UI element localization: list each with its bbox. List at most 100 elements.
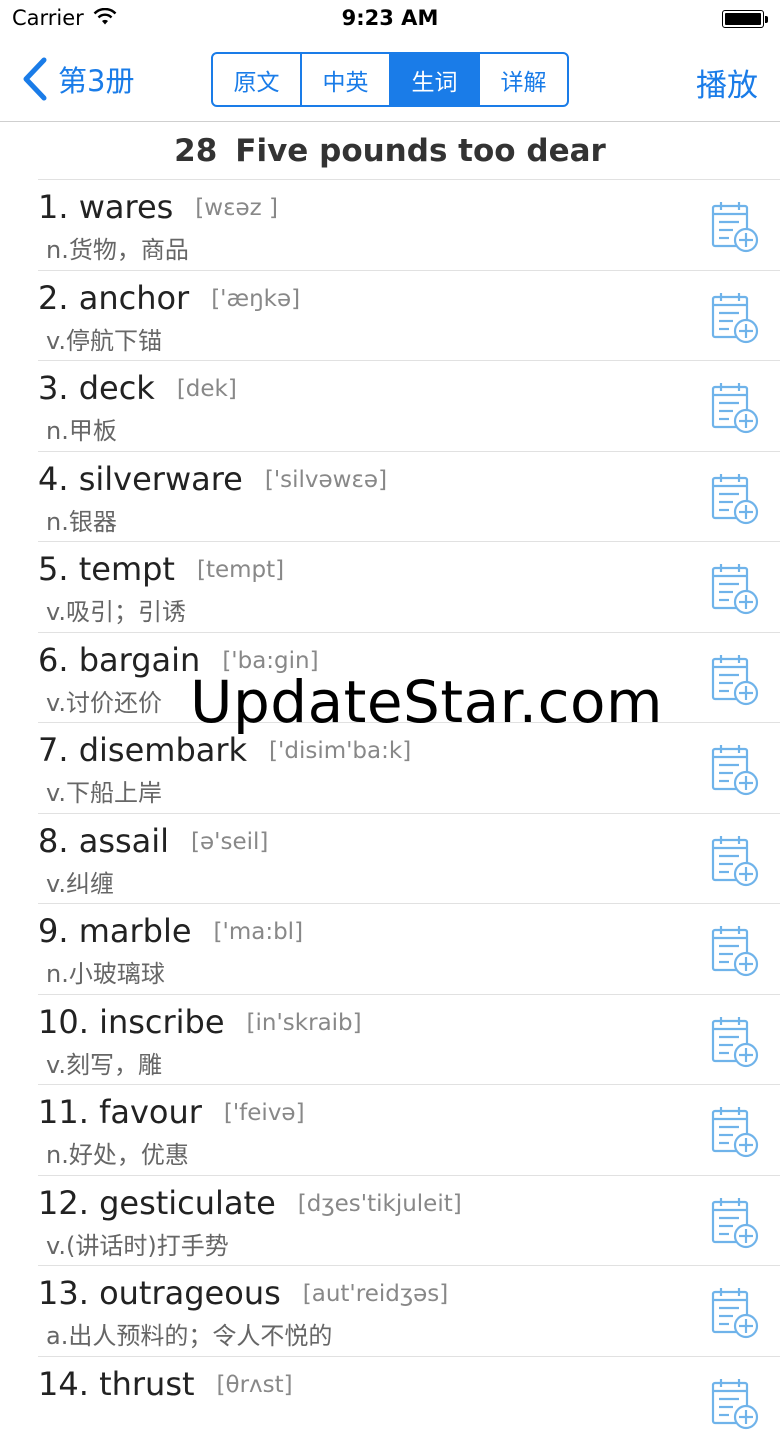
- lesson-number: 28: [174, 133, 217, 169]
- word-index: 14.: [38, 1365, 89, 1403]
- add-to-wordbook-icon[interactable]: [710, 653, 760, 707]
- word-phonetic: [ə'seil]: [191, 829, 268, 855]
- word-index: 2.: [38, 279, 69, 317]
- clock: 9:23 AM: [0, 6, 780, 30]
- word-definition: v.吸引；引诱: [46, 592, 186, 627]
- word-row[interactable]: 8. assail[ə'seil]v.纠缠: [38, 813, 780, 904]
- word-definition: n.货物，商品: [46, 230, 189, 265]
- word-definition: v.停航下锚: [46, 321, 162, 356]
- add-to-wordbook-icon[interactable]: [710, 291, 760, 345]
- word-title: 3. deck [dek]: [38, 369, 237, 407]
- word-text: favour: [99, 1093, 202, 1131]
- word-definition: n.好处，优惠: [46, 1135, 189, 1170]
- navigation-bar: 第3册 原文中英生词详解 播放: [0, 40, 780, 122]
- segment-tab[interactable]: 中英: [300, 54, 389, 105]
- add-to-wordbook-icon[interactable]: [710, 1105, 760, 1159]
- word-definition: v.下船上岸: [46, 773, 162, 808]
- word-phonetic: ['silvəwɛə]: [265, 467, 387, 493]
- word-phonetic: ['disim'ba:k]: [269, 738, 411, 764]
- word-index: 4.: [38, 460, 69, 498]
- add-to-wordbook-icon[interactable]: [710, 834, 760, 888]
- add-to-wordbook-icon[interactable]: [710, 1286, 760, 1340]
- word-row[interactable]: 10. inscribe [in'skraib] v.刻写，雕: [38, 994, 780, 1085]
- back-label: 第3册: [58, 58, 134, 100]
- segment-tab[interactable]: 详解: [478, 54, 567, 105]
- word-index: 11.: [38, 1093, 89, 1131]
- word-title: 10. inscribe [in'skraib]: [38, 1003, 362, 1041]
- word-index: 12.: [38, 1184, 89, 1222]
- word-text: tempt: [79, 550, 175, 588]
- word-phonetic: [θrʌst]: [217, 1372, 293, 1398]
- word-definition: v.刻写，雕: [46, 1045, 162, 1080]
- word-definition: v.讨价还价: [46, 683, 162, 718]
- segmented-control: 原文中英生词详解: [211, 52, 569, 107]
- add-to-wordbook-icon[interactable]: [710, 1015, 760, 1069]
- word-index: 3.: [38, 369, 69, 407]
- word-index: 8.: [38, 822, 69, 860]
- word-title: 1. wares [wɛəz ]: [38, 188, 278, 226]
- play-button[interactable]: 播放: [696, 60, 758, 105]
- word-row[interactable]: 9. marble['ma:bl] n.小玻璃球: [38, 903, 780, 994]
- chevron-left-icon: [20, 56, 50, 102]
- add-to-wordbook-icon[interactable]: [710, 562, 760, 616]
- back-button[interactable]: 第3册: [20, 56, 134, 102]
- add-to-wordbook-icon[interactable]: [710, 924, 760, 978]
- word-row[interactable]: 14. thrust [θrʌst]: [38, 1356, 780, 1446]
- word-title: 14. thrust [θrʌst]: [38, 1365, 293, 1403]
- add-to-wordbook-icon[interactable]: [710, 472, 760, 526]
- word-text: inscribe: [99, 1003, 224, 1041]
- battery-icon: [722, 10, 764, 28]
- segment-tab[interactable]: 生词: [389, 54, 478, 105]
- word-title: 4. silverware ['silvəwɛə]: [38, 460, 387, 498]
- word-definition: a.出人预料的；令人不悦的: [46, 1316, 332, 1351]
- word-title: 11. favour['feivə]: [38, 1093, 305, 1131]
- add-to-wordbook-icon[interactable]: [710, 1196, 760, 1250]
- word-text: wares: [79, 188, 174, 226]
- word-row[interactable]: 2. anchor ['æŋkə] v.停航下锚: [38, 270, 780, 361]
- word-text: disembark: [79, 731, 247, 769]
- add-to-wordbook-icon[interactable]: [710, 381, 760, 435]
- word-row[interactable]: 3. deck[dek]n.甲板: [38, 360, 780, 451]
- word-row[interactable]: 5. tempt [tempt] v.吸引；引诱: [38, 541, 780, 632]
- add-to-wordbook-icon[interactable]: [710, 743, 760, 797]
- vocabulary-list: 1. wares [wɛəz ]n.货物，商品 2. anchor ['æŋkə] v…: [38, 179, 780, 1446]
- word-title: 5. tempt [tempt]: [38, 550, 284, 588]
- lesson-name: Five pounds too dear: [235, 133, 606, 169]
- word-text: assail: [79, 822, 169, 860]
- add-to-wordbook-icon[interactable]: [710, 200, 760, 254]
- word-definition: v.(讲话时)打手势: [46, 1226, 229, 1261]
- word-phonetic: [tempt]: [197, 557, 284, 583]
- word-row[interactable]: 11. favour['feivə] n.好处，优惠: [38, 1084, 780, 1175]
- word-row[interactable]: 13. outrageous[aut'reidʒəs] a.出人预料的；令人不悦的: [38, 1265, 780, 1356]
- word-title: 9. marble['ma:bl]: [38, 912, 303, 950]
- word-phonetic: [in'skraib]: [247, 1010, 362, 1036]
- word-phonetic: [wɛəz ]: [195, 195, 278, 221]
- word-text: bargain: [79, 641, 201, 679]
- word-index: 6.: [38, 641, 69, 679]
- word-phonetic: [dek]: [177, 376, 237, 402]
- word-index: 7.: [38, 731, 69, 769]
- word-index: 5.: [38, 550, 69, 588]
- word-definition: n.银器: [46, 502, 117, 537]
- word-text: anchor: [79, 279, 190, 317]
- word-row[interactable]: 12. gesticulate [dʒes'tikjuleit] v.(讲话时)打手…: [38, 1175, 780, 1266]
- word-definition: n.小玻璃球: [46, 954, 165, 989]
- word-title: 13. outrageous[aut'reidʒəs]: [38, 1274, 448, 1312]
- word-phonetic: ['æŋkə]: [211, 286, 300, 312]
- word-index: 10.: [38, 1003, 89, 1041]
- word-text: deck: [79, 369, 155, 407]
- lesson-title: 28 Five pounds too dear: [0, 122, 780, 180]
- word-row[interactable]: 1. wares [wɛəz ]n.货物，商品: [38, 179, 780, 270]
- word-text: thrust: [99, 1365, 194, 1403]
- word-index: 9.: [38, 912, 69, 950]
- watermark: UpdateStar.com: [190, 668, 663, 736]
- word-text: gesticulate: [99, 1184, 276, 1222]
- word-phonetic: ['ma:bl]: [214, 919, 304, 945]
- word-index: 1.: [38, 188, 69, 226]
- add-to-wordbook-icon[interactable]: [710, 1377, 760, 1431]
- segment-tab[interactable]: 原文: [213, 54, 300, 105]
- word-phonetic: [dʒes'tikjuleit]: [298, 1191, 462, 1217]
- word-index: 13.: [38, 1274, 89, 1312]
- word-row[interactable]: 4. silverware ['silvəwɛə] n.银器: [38, 451, 780, 542]
- word-text: silverware: [79, 460, 243, 498]
